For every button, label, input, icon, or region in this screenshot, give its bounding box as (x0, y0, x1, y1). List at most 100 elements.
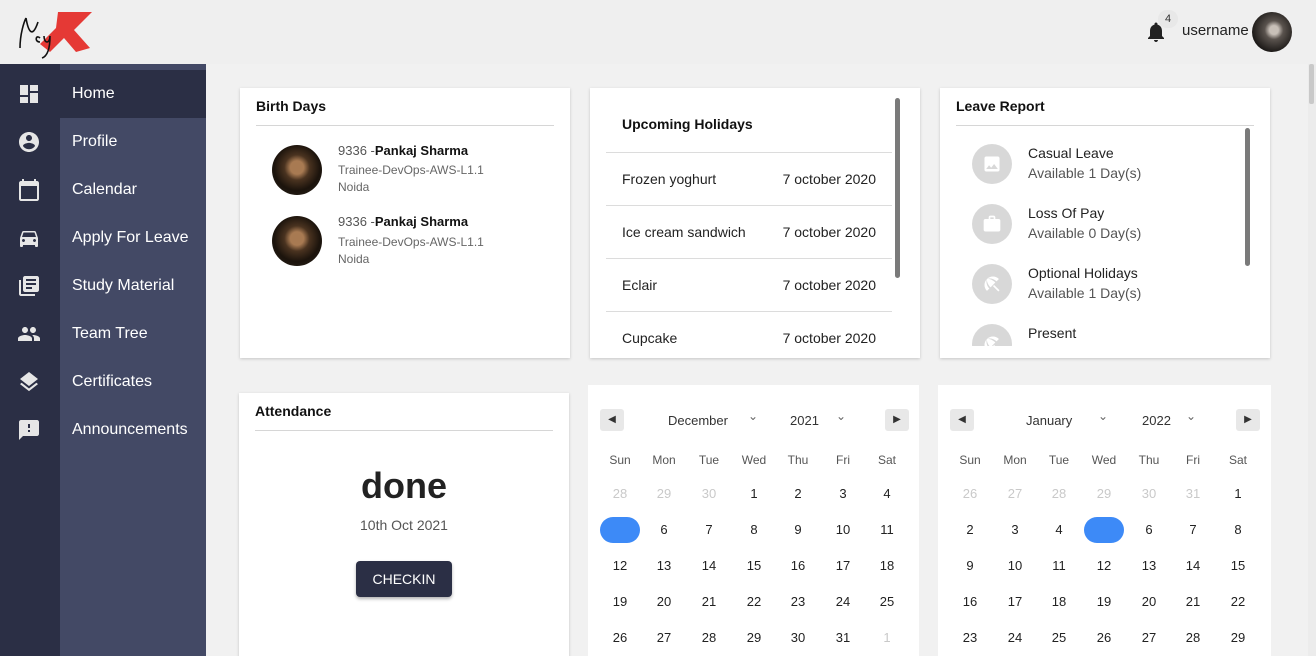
calendar-day[interactable]: 27 (642, 626, 686, 650)
holidays-scrollbar[interactable] (895, 98, 900, 278)
previous-month-button[interactable]: ◀ (600, 409, 624, 431)
month-select[interactable]: December (668, 413, 728, 428)
calendar-day[interactable]: 3 (993, 518, 1037, 542)
calendar-day[interactable]: 1 (865, 626, 909, 650)
company-logo[interactable] (14, 8, 94, 62)
car-icon[interactable] (17, 226, 41, 250)
calendar-day[interactable]: 13 (642, 554, 686, 578)
calendar-day[interactable]: 6 (642, 518, 686, 542)
calendar-day[interactable]: 19 (598, 590, 642, 614)
sidebar-item-calendar[interactable]: Calendar (60, 166, 206, 214)
sidebar-item-home[interactable]: Home (60, 70, 206, 118)
calendar-day[interactable]: 29 (1082, 482, 1126, 506)
calendar-day[interactable]: 19 (1082, 590, 1126, 614)
calendar-day[interactable]: 18 (1037, 590, 1081, 614)
calendar-day[interactable]: 24 (821, 590, 865, 614)
checkin-button[interactable]: CHECKIN (356, 561, 452, 597)
chevron-down-icon[interactable]: ⌄ (748, 409, 758, 423)
calendar-day[interactable]: 10 (993, 554, 1037, 578)
calendar-day[interactable]: 28 (687, 626, 731, 650)
calendar-day[interactable]: 2 (776, 482, 820, 506)
calendar-day[interactable]: 16 (948, 590, 992, 614)
calendar-day[interactable]: 4 (1037, 518, 1081, 542)
calendar-day[interactable]: 1 (1216, 482, 1260, 506)
calendar-day[interactable]: 21 (687, 590, 731, 614)
calendar-day[interactable]: 22 (1216, 590, 1260, 614)
library-books-icon[interactable] (17, 274, 41, 298)
calendar-day[interactable]: 15 (1216, 554, 1260, 578)
calendar-day[interactable]: 12 (1082, 554, 1126, 578)
selected-day[interactable] (600, 517, 640, 543)
calendar-day[interactable]: 9 (776, 518, 820, 542)
calendar-day[interactable]: 28 (1171, 626, 1215, 650)
calendar-day[interactable]: 30 (687, 482, 731, 506)
sidebar-item-apply-for-leave[interactable]: Apply For Leave (60, 214, 206, 262)
month-select[interactable]: January (1026, 413, 1072, 428)
sidebar-item-profile[interactable]: Profile (60, 118, 206, 166)
layers-icon[interactable] (17, 370, 41, 394)
page-scrollbar-thumb[interactable] (1309, 64, 1314, 104)
calendar-day[interactable]: 29 (732, 626, 776, 650)
calendar-day[interactable]: 29 (642, 482, 686, 506)
account-circle-icon[interactable] (17, 130, 41, 154)
calendar-day[interactable]: 28 (598, 482, 642, 506)
calendar-day[interactable]: 31 (1171, 482, 1215, 506)
calendar-day[interactable]: 20 (1127, 590, 1171, 614)
calendar-day[interactable]: 20 (642, 590, 686, 614)
calendar-day[interactable]: 17 (821, 554, 865, 578)
selected-day[interactable] (1084, 517, 1124, 543)
calendar-day[interactable]: 15 (732, 554, 776, 578)
leave-report-scrollbar[interactable] (1245, 128, 1250, 266)
sidebar-item-announcements[interactable]: Announcements (60, 406, 206, 454)
calendar-day[interactable]: 31 (821, 626, 865, 650)
chevron-down-icon[interactable]: ⌄ (1098, 409, 1108, 423)
calendar-day[interactable]: 26 (598, 626, 642, 650)
calendar-day[interactable]: 30 (1127, 482, 1171, 506)
calendar-day[interactable]: 2 (948, 518, 992, 542)
calendar-day[interactable]: 27 (993, 482, 1037, 506)
calendar-day[interactable]: 14 (1171, 554, 1215, 578)
calendar-day[interactable]: 14 (687, 554, 731, 578)
calendar-day[interactable]: 25 (1037, 626, 1081, 650)
calendar-day[interactable]: 6 (1127, 518, 1171, 542)
page-scrollbar[interactable] (1308, 64, 1316, 656)
feedback-icon[interactable] (17, 418, 41, 442)
sidebar-item-certificates[interactable]: Certificates (60, 358, 206, 406)
calendar-day[interactable]: 16 (776, 554, 820, 578)
calendar-day[interactable]: 28 (1037, 482, 1081, 506)
calendar-icon[interactable] (17, 178, 41, 202)
calendar-day[interactable]: 29 (1216, 626, 1260, 650)
calendar-day[interactable]: 23 (776, 590, 820, 614)
chevron-down-icon[interactable]: ⌄ (836, 409, 846, 423)
calendar-day[interactable]: 8 (732, 518, 776, 542)
calendar-day[interactable]: 1 (732, 482, 776, 506)
calendar-day[interactable]: 11 (865, 518, 909, 542)
calendar-day[interactable]: 27 (1127, 626, 1171, 650)
year-select[interactable]: 2022 (1142, 413, 1171, 428)
username-label[interactable]: username (1182, 22, 1249, 39)
next-month-button[interactable]: ▶ (1236, 409, 1260, 431)
calendar-day[interactable]: 7 (687, 518, 731, 542)
calendar-day[interactable]: 11 (1037, 554, 1081, 578)
dashboard-icon[interactable] (17, 82, 41, 106)
calendar-day[interactable]: 4 (865, 482, 909, 506)
calendar-day[interactable]: 13 (1127, 554, 1171, 578)
calendar-day[interactable]: 17 (993, 590, 1037, 614)
chevron-down-icon[interactable]: ⌄ (1186, 409, 1196, 423)
calendar-day[interactable]: 25 (865, 590, 909, 614)
calendar-day[interactable]: 10 (821, 518, 865, 542)
calendar-day[interactable]: 9 (948, 554, 992, 578)
calendar-day[interactable]: 7 (1171, 518, 1215, 542)
calendar-day[interactable]: 30 (776, 626, 820, 650)
calendar-day[interactable]: 22 (732, 590, 776, 614)
calendar-day[interactable]: 3 (821, 482, 865, 506)
user-avatar[interactable] (1252, 12, 1292, 52)
next-month-button[interactable]: ▶ (885, 409, 909, 431)
calendar-day[interactable]: 26 (1082, 626, 1126, 650)
previous-month-button[interactable]: ◀ (950, 409, 974, 431)
calendar-day[interactable]: 26 (948, 482, 992, 506)
calendar-day[interactable]: 12 (598, 554, 642, 578)
people-icon[interactable] (17, 322, 41, 346)
calendar-day[interactable]: 23 (948, 626, 992, 650)
calendar-day[interactable]: 21 (1171, 590, 1215, 614)
